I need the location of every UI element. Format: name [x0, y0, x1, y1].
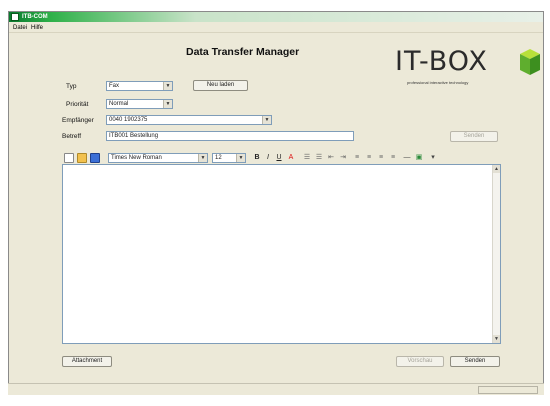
menu-help[interactable]: Hilfe — [31, 24, 43, 32]
scroll-down-icon[interactable]: ▼ — [493, 335, 500, 343]
menu-file[interactable]: Datei — [13, 24, 27, 32]
empfaenger-select[interactable]: 0040 1902375 ▼ — [106, 115, 272, 125]
logo-tagline: professional interactive technology — [407, 80, 469, 85]
chevron-down-icon: ▼ — [198, 154, 207, 162]
it-box-logo: IT-BOX professional interactive technolo… — [395, 47, 545, 93]
empfaenger-label: Empfänger — [62, 117, 94, 124]
save-icon[interactable] — [90, 153, 100, 163]
typ-label: Typ — [66, 83, 77, 90]
title-bar: ITB-COM — [9, 12, 543, 22]
cube-icon — [520, 49, 540, 75]
chevron-down-icon: ▼ — [163, 82, 172, 90]
underline-icon[interactable]: U — [274, 153, 284, 163]
neu-laden-button[interactable]: Neu laden — [193, 80, 248, 91]
bold-icon[interactable]: B — [252, 153, 262, 163]
font-size-select[interactable]: 12 ▼ — [212, 153, 246, 163]
attachment-button[interactable]: Attachment — [62, 356, 112, 367]
bullet-list-icon[interactable]: ☰ — [314, 153, 324, 163]
outdent-icon[interactable]: ⇤ — [326, 153, 336, 163]
image-icon[interactable]: ▣ — [414, 153, 424, 163]
app-icon — [11, 13, 19, 21]
send-button[interactable]: Senden — [450, 356, 500, 367]
prioritaet-select-value: Normal — [109, 101, 129, 107]
align-left-icon[interactable]: ≡ — [352, 153, 362, 163]
status-bar — [8, 383, 544, 395]
menu-bar: Datei Hilfe — [9, 22, 543, 33]
logo-text: IT-BOX — [395, 46, 488, 77]
align-right-icon[interactable]: ≡ — [376, 153, 386, 163]
new-document-icon[interactable] — [64, 153, 74, 163]
editor-scrollbar[interactable]: ▲ ▼ — [492, 165, 500, 343]
betreff-label: Betreff — [62, 133, 82, 140]
betreff-input[interactable]: ITB001 Bestellung — [106, 131, 354, 141]
font-color-icon[interactable]: A — [286, 153, 296, 163]
typ-select-value: Fax — [109, 83, 120, 89]
justify-icon[interactable]: ≡ — [388, 153, 398, 163]
status-panel — [478, 386, 538, 394]
font-family-value: Times New Roman — [111, 155, 162, 161]
numbered-list-icon[interactable]: ☰ — [302, 153, 312, 163]
italic-icon[interactable]: I — [263, 153, 273, 163]
preview-button[interactable]: Vorschau — [396, 356, 444, 367]
typ-select[interactable]: Fax ▼ — [106, 81, 173, 91]
senden-top-button[interactable]: Senden — [450, 131, 498, 142]
more-icon[interactable]: ▾ — [428, 153, 438, 163]
prioritaet-select[interactable]: Normal ▼ — [106, 99, 173, 109]
prioritaet-label: Priorität — [66, 101, 89, 108]
horizontal-rule-icon[interactable]: — — [402, 153, 412, 163]
font-size-value: 12 — [215, 155, 222, 161]
empfaenger-select-value: 0040 1902375 — [109, 117, 148, 123]
chevron-down-icon: ▼ — [262, 116, 271, 124]
open-folder-icon[interactable] — [77, 153, 87, 163]
window-title: ITB-COM — [22, 14, 48, 20]
message-editor[interactable]: ▲ ▼ — [62, 164, 501, 344]
font-family-select[interactable]: Times New Roman ▼ — [108, 153, 208, 163]
page-title: Data Transfer Manager — [186, 46, 300, 58]
chevron-down-icon: ▼ — [163, 100, 172, 108]
indent-icon[interactable]: ⇥ — [338, 153, 348, 163]
chevron-down-icon: ▼ — [236, 154, 245, 162]
scroll-up-icon[interactable]: ▲ — [493, 165, 500, 173]
align-center-icon[interactable]: ≡ — [364, 153, 374, 163]
